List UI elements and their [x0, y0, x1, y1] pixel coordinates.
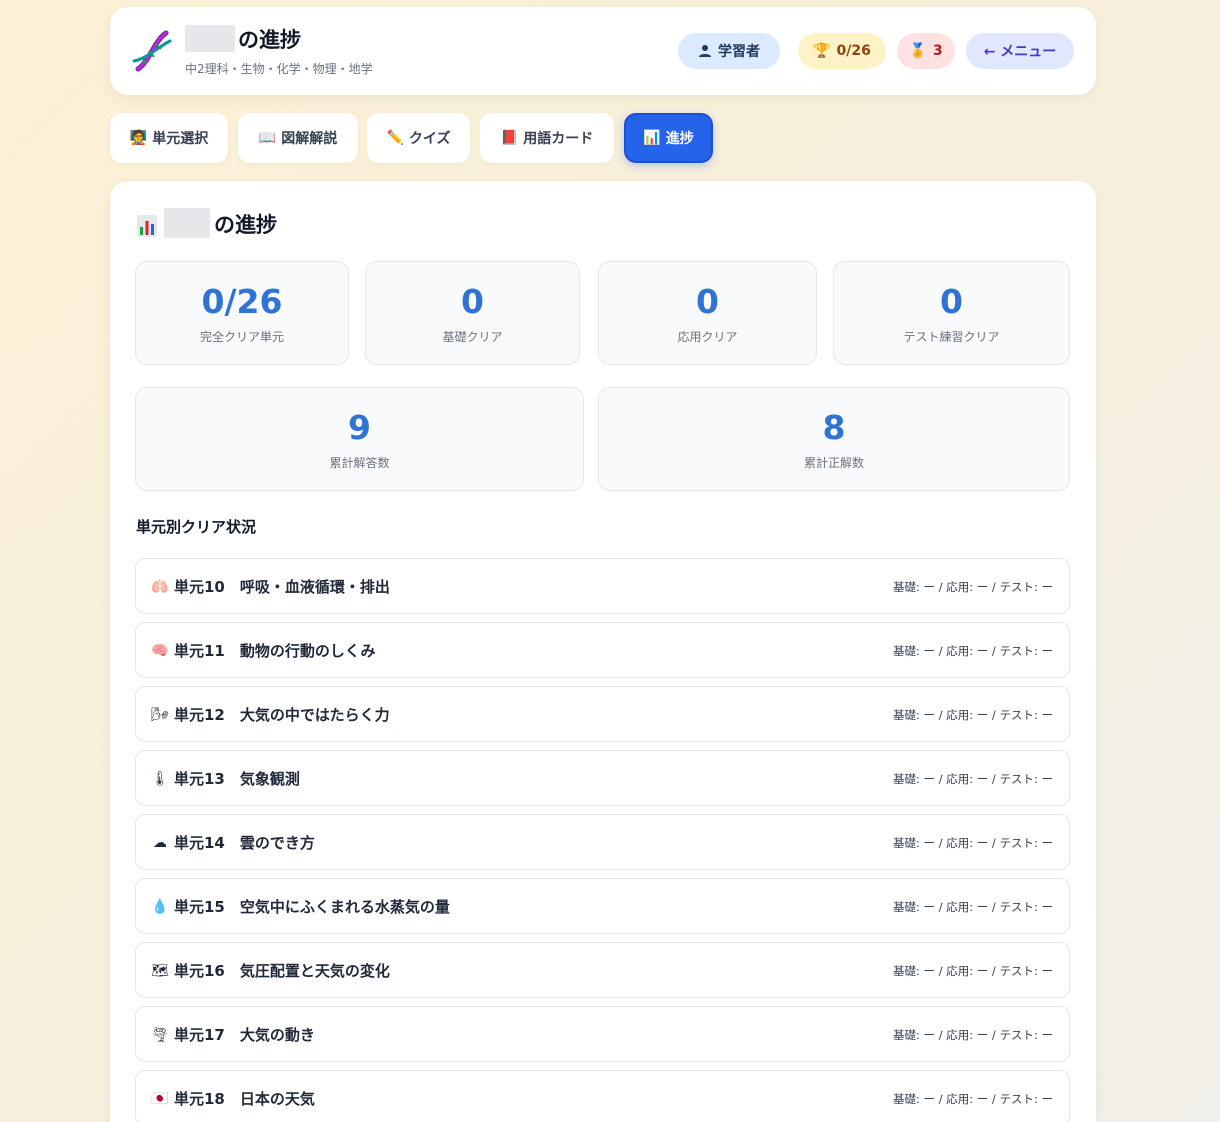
unit-status: 基礎: ー / 応用: ー / テスト: ー: [893, 708, 1053, 722]
chart-icon: 📊: [643, 130, 661, 146]
stat-value: 0/26: [201, 282, 283, 321]
unit-status: 基礎: ー / 応用: ー / テスト: ー: [893, 772, 1053, 786]
tab-progress[interactable]: 📊 進捗: [624, 113, 713, 163]
unit-status: 基礎: ー / 応用: ー / テスト: ー: [893, 836, 1053, 850]
unit-row[interactable]: 💧 単元15 空気中にふくまれる水蒸気の量 基礎: ー / 応用: ー / テス…: [135, 878, 1070, 934]
medal-count: 3: [932, 43, 943, 59]
stat-value: 9: [348, 408, 371, 447]
wind-icon: 🌬: [151, 707, 169, 723]
japan-flag-icon: 🇯🇵: [151, 1091, 169, 1107]
redacted-name: [164, 208, 210, 238]
stat-card: 0 テスト練習クリア: [833, 261, 1070, 365]
user-label: 学習者: [718, 44, 760, 60]
tab-label: 用語カード: [523, 131, 594, 147]
unit-name: 単元14 雲のでき方: [174, 834, 315, 852]
cloud-icon: ☁: [153, 835, 167, 851]
unit-status: 基礎: ー / 応用: ー / テスト: ー: [893, 1092, 1053, 1106]
unit-status: 基礎: ー / 応用: ー / テスト: ー: [893, 1028, 1053, 1042]
dna-icon: [132, 30, 172, 72]
unit-name: 単元16 気圧配置と天気の変化: [174, 962, 390, 980]
unit-name: 単元12 大気の中ではたらく力: [174, 706, 390, 724]
book-icon: 📖: [258, 130, 277, 146]
stat-label: 応用クリア: [677, 330, 738, 344]
stat-label: テスト練習クリア: [903, 330, 1000, 344]
unit-row[interactable]: 🫁 単元10 呼吸・血液循環・排出 基礎: ー / 応用: ー / テスト: ー: [135, 558, 1070, 614]
trophy-count: 0/26: [836, 43, 871, 59]
unit-row[interactable]: 🌪 単元17 大気の動き 基礎: ー / 応用: ー / テスト: ー: [135, 1006, 1070, 1062]
stat-value: 0: [696, 282, 719, 321]
map-icon: 🗺: [151, 963, 169, 979]
tab-label: クイズ: [408, 131, 451, 147]
stat-label: 基礎クリア: [442, 330, 503, 344]
teacher-icon: 🧑‍🏫: [129, 130, 148, 146]
stat-card: 9 累計解答数: [135, 387, 584, 491]
page-subtitle: 中2理科・生物・化学・物理・地学: [185, 62, 373, 76]
unit-status: 基礎: ー / 応用: ー / テスト: ー: [893, 964, 1053, 978]
tab-unit-select[interactable]: 🧑‍🏫 単元選択: [110, 113, 228, 163]
unit-status: 基礎: ー / 応用: ー / テスト: ー: [893, 580, 1053, 594]
stat-label: 累計解答数: [329, 456, 390, 470]
unit-name: 単元10 呼吸・血液循環・排出: [174, 578, 390, 596]
trophy-badge: 🏆 0/26: [798, 33, 886, 69]
stat-label: 完全クリア単元: [199, 330, 284, 344]
pencil-icon: ✏️: [386, 130, 404, 146]
stat-value: 8: [822, 408, 846, 447]
stat-card: 8 累計正解数: [598, 387, 1070, 491]
lungs-icon: 🫁: [151, 579, 169, 595]
progress-title: の進捗: [214, 213, 277, 237]
unit-status: 基礎: ー / 応用: ー / テスト: ー: [893, 644, 1053, 658]
tab-label: 単元選択: [152, 131, 209, 147]
section-title: 単元別クリア状況: [136, 518, 257, 536]
unit-name: 単元17 大気の動き: [174, 1026, 315, 1044]
redacted-name: [185, 25, 235, 52]
unit-row[interactable]: 🗺 単元16 気圧配置と天気の変化 基礎: ー / 応用: ー / テスト: ー: [135, 942, 1070, 998]
trophy-icon: 🏆: [813, 43, 831, 59]
unit-name: 単元18 日本の天気: [174, 1090, 315, 1108]
brain-icon: 🧠: [151, 643, 169, 659]
user-button[interactable]: 学習者: [678, 33, 780, 69]
card-icon: 📕: [500, 130, 519, 146]
stat-value: 0: [940, 282, 963, 321]
stat-card: 0/26 完全クリア単元: [135, 261, 349, 365]
tab-label: 図解解説: [281, 131, 338, 147]
app-header: の進捗 中2理科・生物・化学・物理・地学 学習者 🏆 0/26 🏅 3 ← メニ…: [110, 7, 1096, 95]
unit-row[interactable]: ☁ 単元14 雲のでき方 基礎: ー / 応用: ー / テスト: ー: [135, 814, 1070, 870]
stat-card: 0 基礎クリア: [365, 261, 580, 365]
progress-panel: の進捗 0/26 完全クリア単元 0 基礎クリア 0 応用クリア 0 テスト練習…: [110, 181, 1096, 1122]
medal-icon: 🏅: [909, 43, 927, 59]
stat-label: 累計正解数: [803, 456, 864, 470]
stat-card: 0 応用クリア: [598, 261, 817, 365]
thermometer-icon: 🌡: [151, 771, 169, 787]
unit-row[interactable]: 🌬 単元12 大気の中ではたらく力 基礎: ー / 応用: ー / テスト: ー: [135, 686, 1070, 742]
unit-name: 単元15 空気中にふくまれる水蒸気の量: [174, 898, 450, 916]
unit-row[interactable]: 🇯🇵 単元18 日本の天気 基礎: ー / 応用: ー / テスト: ー: [135, 1070, 1070, 1122]
unit-status: 基礎: ー / 応用: ー / テスト: ー: [893, 900, 1053, 914]
tab-quiz[interactable]: ✏️ クイズ: [367, 113, 470, 163]
tab-term-cards[interactable]: 📕 用語カード: [480, 113, 614, 163]
tab-illustrated[interactable]: 📖 図解解説: [238, 113, 358, 163]
tornado-icon: 🌪: [151, 1027, 169, 1043]
menu-button[interactable]: ← メニュー: [966, 33, 1074, 69]
unit-name: 単元13 気象観測: [174, 770, 300, 788]
tab-label: 進捗: [665, 131, 694, 147]
medal-badge: 🏅 3: [897, 33, 955, 69]
unit-row[interactable]: 🌡 単元13 気象観測 基礎: ー / 応用: ー / テスト: ー: [135, 750, 1070, 806]
unit-row[interactable]: 🧠 単元11 動物の行動のしくみ 基礎: ー / 応用: ー / テスト: ー: [135, 622, 1070, 678]
page-title: の進捗: [238, 28, 301, 52]
stat-value: 0: [461, 282, 484, 321]
user-icon: [699, 45, 711, 57]
droplet-icon: 💧: [151, 899, 169, 915]
unit-name: 単元11 動物の行動のしくみ: [174, 642, 376, 660]
bar-chart-icon: [137, 215, 157, 237]
